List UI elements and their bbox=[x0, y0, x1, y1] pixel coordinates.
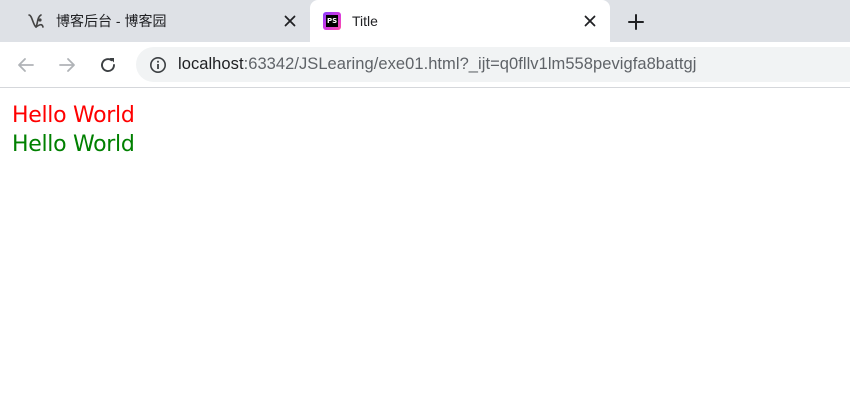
address-bar[interactable]: localhost:63342/JSLearing/exe01.html?_ij… bbox=[136, 47, 850, 82]
info-icon[interactable] bbox=[148, 55, 168, 75]
url-text[interactable]: localhost:63342/JSLearing/exe01.html?_ij… bbox=[178, 55, 696, 74]
phpstorm-icon-label: PS bbox=[326, 15, 338, 27]
url-path: :63342/JSLearing/exe01.html?_ijt=q0fllv1… bbox=[243, 55, 697, 73]
page-content: Hello World Hello World bbox=[12, 101, 135, 159]
close-tab-icon[interactable] bbox=[580, 11, 600, 31]
cnblogs-logo-icon bbox=[26, 11, 46, 31]
url-host: localhost bbox=[178, 55, 244, 73]
tab-title: Title bbox=[352, 13, 378, 29]
tab-cnblogs[interactable]: 博客后台 - 博客园 bbox=[14, 0, 310, 42]
close-tab-icon[interactable] bbox=[280, 11, 300, 31]
hello-world-red-text: Hello World bbox=[12, 103, 135, 128]
reload-icon[interactable] bbox=[96, 53, 120, 77]
tab-strip: 博客后台 - 博客园 PS Title bbox=[0, 0, 850, 42]
new-tab-icon[interactable] bbox=[624, 10, 648, 34]
browser-toolbar: localhost:63342/JSLearing/exe01.html?_ij… bbox=[0, 42, 850, 88]
tab-title-page[interactable]: PS Title bbox=[310, 0, 610, 42]
tab-title: 博客后台 - 博客园 bbox=[56, 13, 167, 29]
back-arrow-icon[interactable] bbox=[14, 53, 38, 77]
hello-world-green-text: Hello World bbox=[12, 132, 135, 157]
forward-arrow-icon[interactable] bbox=[55, 53, 79, 77]
phpstorm-icon: PS bbox=[322, 11, 342, 31]
